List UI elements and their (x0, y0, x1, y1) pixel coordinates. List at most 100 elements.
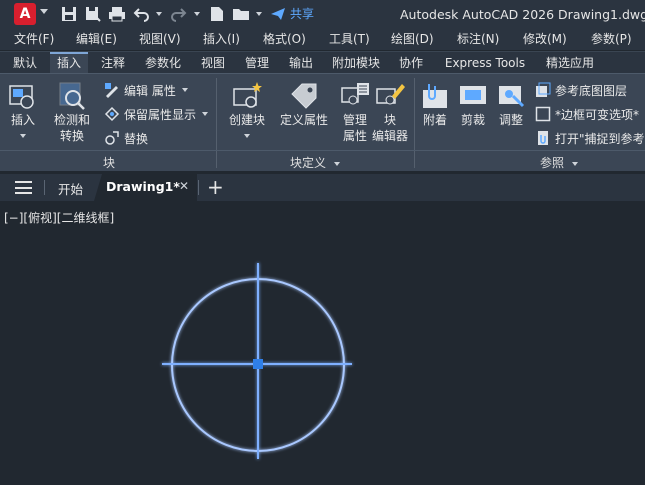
clip-button[interactable]: 剪裁 (452, 80, 494, 128)
edit-attribute-button[interactable]: 编辑 属性 (104, 80, 188, 100)
redo-icon[interactable] (170, 5, 188, 23)
tab-view[interactable]: 视图 (194, 52, 232, 74)
tab-manage[interactable]: 管理 (238, 52, 276, 74)
clip-icon (457, 80, 489, 112)
menu-tools[interactable]: 工具(T) (329, 28, 370, 50)
drawing-canvas[interactable]: [−][俯视][二维线框] (0, 201, 645, 485)
insert-block-button[interactable]: 插入 (2, 80, 44, 142)
underlay-layers-label: 参考底图图层 (555, 83, 628, 98)
tab-start[interactable]: 开始 (58, 179, 83, 198)
chevron-down-icon[interactable] (202, 112, 209, 116)
save-as-icon[interactable] (84, 5, 102, 23)
print-icon[interactable] (108, 5, 126, 23)
undo-icon[interactable] (132, 5, 150, 23)
clip-label: 剪裁 (460, 113, 485, 127)
define-attributes-button[interactable]: 定义属性 (278, 80, 330, 128)
adjust-icon (495, 80, 527, 112)
chevron-down-icon[interactable] (571, 161, 578, 166)
tab-express-tools[interactable]: Express Tools (436, 52, 534, 74)
create-block-label: 创建块 (228, 113, 265, 127)
close-icon[interactable]: ✕ (179, 179, 189, 193)
underlay-layers-button[interactable]: 参考底图图层 (535, 80, 627, 100)
snap-to-reference-button[interactable]: 打开"捕捉到参考 (535, 128, 645, 148)
menu-icon[interactable] (15, 181, 32, 194)
menu-bar: 文件(F) 编辑(E) 视图(V) 插入(I) 格式(O) 工具(T) 绘图(D… (0, 28, 645, 50)
create-block-icon (231, 80, 263, 112)
tab-annotate[interactable]: 注释 (94, 52, 132, 74)
reference-label: 参照 (540, 156, 565, 170)
new-file-icon[interactable] (208, 5, 226, 23)
ribbon-panel: 插入 检测和 转换 编辑 属性 保留属性显示 替换 块 创建块 定义属性 管理 … (0, 73, 645, 171)
detect-convert-icon (56, 80, 88, 112)
application-menu-button[interactable]: A (14, 3, 36, 25)
tab-default[interactable]: 默认 (6, 52, 44, 74)
chevron-down-icon[interactable] (333, 161, 340, 166)
chevron-down-icon[interactable] (244, 133, 250, 138)
window-title: Autodesk AutoCAD 2026 Drawing1.dwg (400, 7, 645, 22)
tab-parametric[interactable]: 参数化 (138, 52, 188, 74)
frame-variable-button[interactable]: *边框可变选项* (535, 104, 639, 124)
edit-attribute-label: 编辑 属性 (124, 83, 176, 98)
menu-format[interactable]: 格式(O) (263, 28, 306, 50)
create-block-button[interactable]: 创建块 (226, 80, 268, 142)
block-definition-label: 块定义 (290, 156, 327, 170)
tab-divider (44, 180, 45, 195)
frame-icon (535, 106, 551, 122)
menu-insert[interactable]: 插入(I) (203, 28, 240, 50)
retain-attribute-display-button[interactable]: 保留属性显示 (104, 104, 209, 124)
chevron-down-icon[interactable] (40, 9, 48, 14)
menu-dimension[interactable]: 标注(N) (457, 28, 499, 50)
snap-icon (535, 130, 551, 146)
block-editor-label-1: 块 (383, 113, 396, 127)
open-folder-icon[interactable] (232, 5, 250, 23)
replace-button[interactable]: 替换 (104, 128, 148, 148)
panel-label-divider (0, 150, 645, 151)
edit-attribute-icon (104, 82, 120, 98)
panel-divider (216, 78, 217, 168)
quick-access-dropdown-icon[interactable] (256, 12, 262, 16)
tab-output[interactable]: 输出 (282, 52, 320, 74)
grip-handle[interactable] (253, 359, 263, 369)
undo-dropdown-icon[interactable] (156, 12, 162, 16)
save-icon[interactable] (60, 5, 78, 23)
replace-label: 替换 (124, 131, 149, 146)
tag-icon (288, 80, 320, 112)
tab-featured-apps[interactable]: 精选应用 (540, 52, 600, 74)
chevron-down-icon[interactable] (181, 88, 188, 92)
attach-label: 附着 (422, 113, 447, 127)
attach-button[interactable]: 附着 (414, 80, 456, 128)
attribute-display-icon (104, 106, 120, 122)
block-panel-title[interactable]: 块 (103, 154, 115, 171)
menu-file[interactable]: 文件(F) (14, 28, 54, 50)
new-tab-icon[interactable]: + (207, 175, 224, 199)
title-bar: A 共享 Autodesk AutoCAD 2026 Drawing1.dwg (0, 0, 645, 28)
menu-edit[interactable]: 编辑(E) (76, 28, 117, 50)
tab-addins[interactable]: 附加模块 (326, 52, 386, 74)
adjust-button[interactable]: 调整 (490, 80, 532, 128)
frame-variable-label: *边框可变选项* (555, 107, 640, 122)
menu-draw[interactable]: 绘图(D) (391, 28, 434, 50)
insert-block-label: 插入 (10, 113, 35, 127)
share-label: 共享 (290, 7, 315, 21)
drawing-svg (162, 263, 352, 459)
layers-icon (535, 82, 551, 98)
redo-dropdown-icon[interactable] (194, 12, 200, 16)
detect-convert-button[interactable]: 检测和 转换 (50, 80, 94, 144)
tab-drawing1-label: Drawing1* (106, 179, 180, 194)
block-editor-button[interactable]: 块 编辑器 (369, 80, 411, 144)
menu-modify[interactable]: 修改(M) (523, 28, 567, 50)
insert-block-icon (7, 80, 39, 112)
reference-panel-title[interactable]: 参照 (540, 154, 578, 171)
define-attributes-label: 定义属性 (279, 113, 328, 127)
ribbon-tab-bar: 默认 插入 注释 参数化 视图 管理 输出 附加模块 协作 Express To… (0, 51, 645, 74)
menu-view[interactable]: 视图(V) (139, 28, 181, 50)
manage-attributes-icon (339, 80, 371, 112)
block-definition-panel-title[interactable]: 块定义 (290, 154, 340, 171)
menu-parameters[interactable]: 参数(P) (591, 28, 632, 50)
tab-collaborate[interactable]: 协作 (392, 52, 430, 74)
tab-insert[interactable]: 插入 (50, 52, 88, 74)
tab-divider (198, 180, 199, 195)
share-button[interactable]: 共享 (270, 5, 314, 22)
detect-convert-label-1: 检测和 (53, 113, 90, 127)
chevron-down-icon[interactable] (20, 133, 26, 138)
